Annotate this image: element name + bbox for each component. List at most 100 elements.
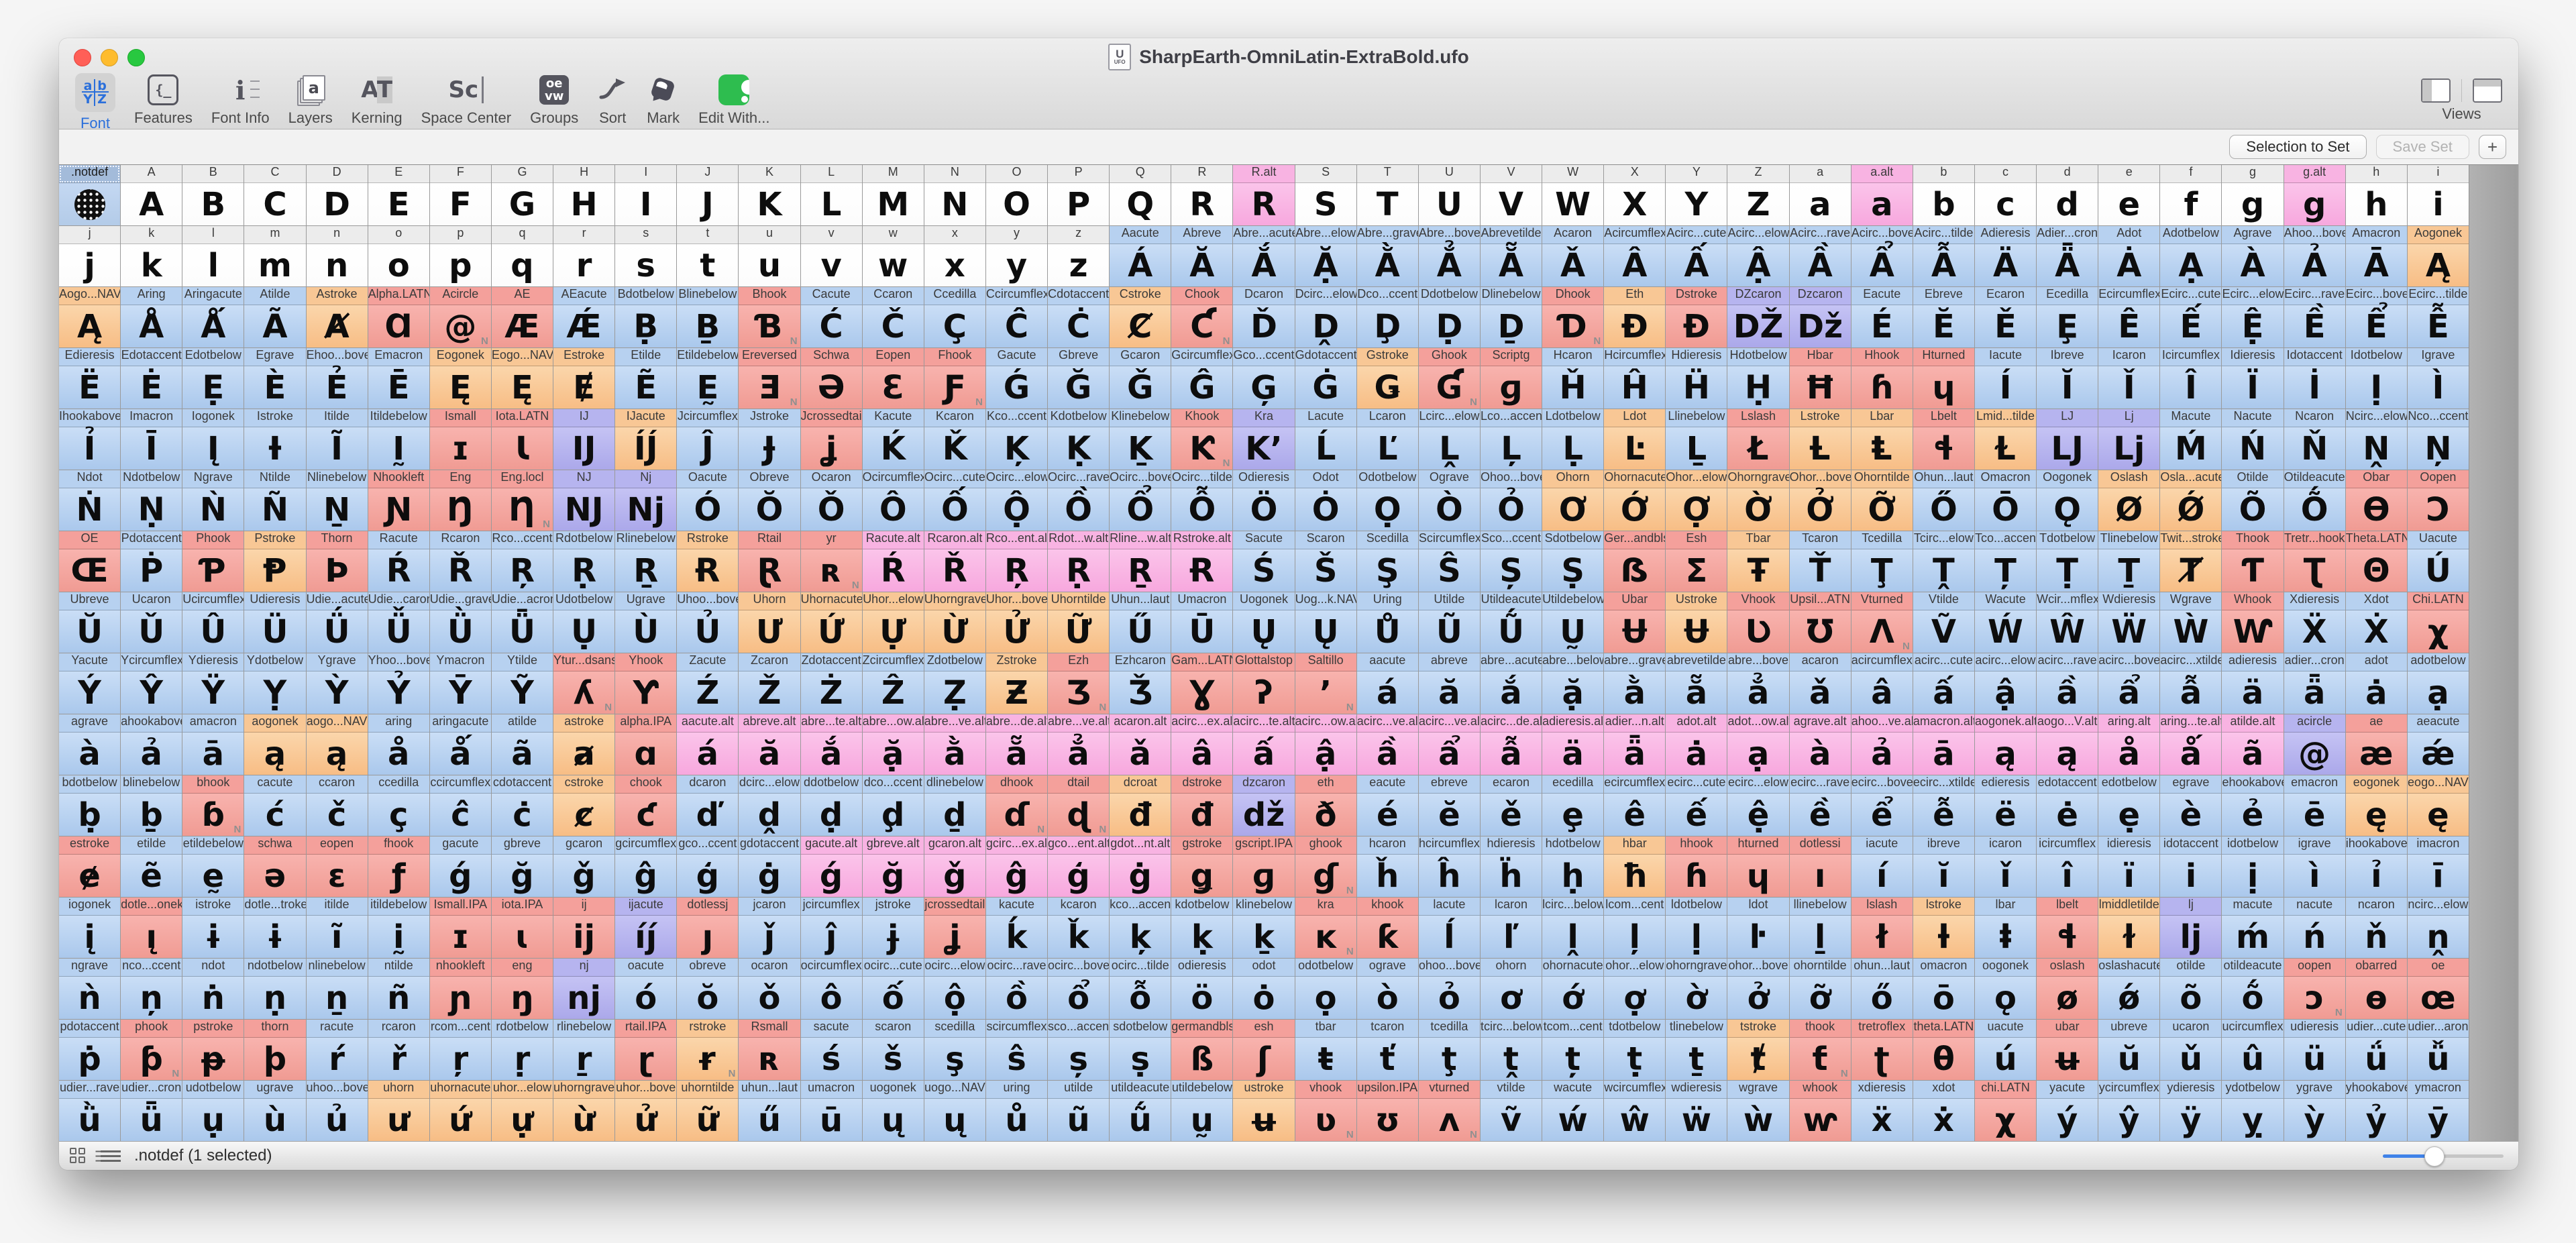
glyph-cell[interactable]: Tlinebelow Ṯ	[2098, 531, 2160, 592]
glyph-cell[interactable]: ohoo...bove ỏ	[1418, 959, 1480, 1019]
glyph-cell[interactable]: Acircumflex Â	[1604, 226, 1666, 286]
glyph-cell[interactable]: lslash ł	[1851, 898, 1913, 958]
glyph-cell[interactable]: OO	[985, 165, 1048, 225]
glyph-cell[interactable]: Aogo...NAV Ą	[59, 287, 121, 347]
glyph-cell[interactable]: ff	[2160, 165, 2222, 225]
toolbar-item-features[interactable]: {_ Features	[134, 73, 193, 127]
glyph-cell[interactable]: jcrossedtail ʝ	[924, 898, 985, 958]
glyph-cell[interactable]: oe œ	[2407, 959, 2469, 1019]
glyph-cell[interactable]: Ccedilla Ç	[924, 287, 985, 347]
glyph-cell[interactable]: NN	[924, 165, 985, 225]
glyph-cell[interactable]: Gco...ccent Ģ	[1233, 348, 1295, 409]
glyph-cell[interactable]: Idieresis Ï	[2222, 348, 2284, 409]
glyph-cell[interactable]: ahoo...ve.alt ả	[1851, 714, 1913, 775]
glyph-cell[interactable]: Sco...ccent Ș	[1480, 531, 1542, 592]
glyph-cell[interactable]: omacron ō	[1913, 959, 1974, 1019]
glyph-cell[interactable]: Eogonek Ę	[429, 348, 491, 409]
glyph-cell[interactable]: Ldot Ŀ	[1604, 409, 1666, 470]
glyph-cell[interactable]: Wacute Ẃ	[1974, 592, 2037, 653]
glyph-cell[interactable]: Eacute É	[1851, 287, 1913, 347]
glyph-cell[interactable]: tlinebelow ṯ	[1666, 1020, 1727, 1080]
glyph-cell[interactable]: Yhoo...bove Ỷ	[368, 653, 429, 714]
glyph-cell[interactable]: Nhookleft Ɲ	[368, 470, 429, 531]
glyph-cell[interactable]: EE	[368, 165, 429, 225]
glyph-cell[interactable]: Rlinebelow Ṟ	[615, 531, 677, 592]
glyph-cell[interactable]: Ocirc...bove Ổ	[1110, 470, 1171, 531]
glyph-cell[interactable]: kdotbelow ḳ	[1171, 898, 1233, 958]
glyph-cell[interactable]: Ocirc...elow Ộ	[985, 470, 1048, 531]
glyph-cell[interactable]: Acirc...tilde Ẫ	[1913, 226, 1974, 286]
glyph-cell[interactable]: Chi.LATN χ	[2407, 592, 2469, 653]
glyph-cell[interactable]: ohorngrave ờ	[1666, 959, 1727, 1019]
glyph-cell[interactable]: gcirc...ex.alt ĝ	[985, 836, 1048, 897]
glyph-cell[interactable]: ihookabove ỉ	[2345, 836, 2407, 897]
glyph-cell[interactable]: abre...ow.alt ặ	[862, 714, 924, 775]
glyph-cell[interactable]: Gacute Ǵ	[985, 348, 1048, 409]
glyph-cell[interactable]: zz	[1048, 226, 1110, 286]
glyph-cell[interactable]: Aacute Á	[1110, 226, 1171, 286]
glyph-cell[interactable]: Uhoo...bove Ủ	[677, 592, 739, 653]
glyph-cell[interactable]: Kra Kʼ	[1233, 409, 1295, 470]
glyph-cell[interactable]: Tco...accent Ț	[1974, 531, 2037, 592]
glyph-cell[interactable]: germandbls ß	[1171, 1020, 1233, 1080]
glyph-cell[interactable]: jj	[59, 226, 121, 286]
glyph-cell[interactable]: abre...de.alt ẵ	[985, 714, 1048, 775]
glyph-cell[interactable]: Kdotbelow Ḳ	[1048, 409, 1110, 470]
glyph-cell[interactable]: dzcaron dž	[1233, 775, 1295, 836]
glyph-cell[interactable]: Cdotaccent Ċ	[1048, 287, 1110, 347]
glyph-cell[interactable]: udier...rave ǜ	[59, 1081, 121, 1141]
glyph-cell[interactable]: Ehoo...bove Ẻ	[306, 348, 368, 409]
glyph-cell[interactable]: ohun...laut ő	[1851, 959, 1913, 1019]
glyph-cell[interactable]: oopen ɔ N	[2284, 959, 2345, 1019]
glyph-cell[interactable]: itildebelow ḭ	[368, 898, 429, 958]
glyph-cell[interactable]: ijacute íj́	[615, 898, 677, 958]
glyph-cell[interactable]: Bhook Ɓ N	[739, 287, 800, 347]
glyph-cell[interactable]: Ugrave Ù	[615, 592, 677, 653]
glyph-cell[interactable]: imacron ī	[2407, 836, 2469, 897]
glyph-cell[interactable]: lj lj	[2160, 898, 2222, 958]
glyph-cell[interactable]: Phook Ƥ	[182, 531, 244, 592]
glyph-cell[interactable]: Zcaron Ž	[739, 653, 800, 714]
glyph-cell[interactable]: ndot ṅ	[182, 959, 244, 1019]
glyph-cell[interactable]: XX	[1604, 165, 1666, 225]
glyph-cell[interactable]: hbar ħ	[1604, 836, 1666, 897]
toolbar-item-font[interactable]: abYZ Font	[75, 73, 115, 132]
glyph-cell[interactable]: scircumflex ŝ	[985, 1020, 1048, 1080]
glyph-cell[interactable]: Rcaron Ř	[429, 531, 491, 592]
glyph-cell[interactable]: ocirc...elow ộ	[924, 959, 985, 1019]
glyph-cell[interactable]: Eng.locl Ƞ N	[491, 470, 553, 531]
glyph-cell[interactable]: kcaron ǩ	[1048, 898, 1110, 958]
glyph-cell[interactable]: lacute ĺ	[1418, 898, 1480, 958]
toolbar-item-kerning[interactable]: AT Kerning	[352, 73, 402, 127]
glyph-cell[interactable]: ghook ɠ N	[1295, 836, 1356, 897]
glyph-cell[interactable]: Ccaron Č	[862, 287, 924, 347]
glyph-cell[interactable]: umacron ū	[800, 1081, 862, 1141]
cell-size-slider[interactable]	[2383, 1146, 2504, 1167]
glyph-cell[interactable]: Scircumflex Ŝ	[1418, 531, 1480, 592]
glyph-cell[interactable]: gcircumflex ĝ	[615, 836, 677, 897]
glyph-cell[interactable]: ubreve ŭ	[2098, 1020, 2160, 1080]
glyph-cell[interactable]: NJ NJ	[553, 470, 615, 531]
glyph-cell[interactable]: gstroke ǥ	[1171, 836, 1233, 897]
glyph-cell[interactable]: Ocaron Ǒ	[800, 470, 862, 531]
glyph-cell[interactable]: ecirc...rave ề	[1789, 775, 1851, 836]
glyph-cell[interactable]: Cacute Ć	[800, 287, 862, 347]
glyph-cell[interactable]: Xdot Ẋ	[2345, 592, 2407, 653]
glyph-cell[interactable]: jcircumflex ĵ	[800, 898, 862, 958]
glyph-cell[interactable]: lcaron ľ	[1480, 898, 1542, 958]
glyph-cell[interactable]: emacron ē	[2284, 775, 2345, 836]
glyph-cell[interactable]: uogonek ų	[862, 1081, 924, 1141]
glyph-cell[interactable]: iogonek į	[59, 898, 121, 958]
glyph-cell[interactable]: gacute ǵ	[429, 836, 491, 897]
glyph-cell[interactable]: xx	[924, 226, 985, 286]
glyph-cell[interactable]: ycircumflex ŷ	[2098, 1081, 2160, 1141]
glyph-cell[interactable]: acirc...ex.alt â	[1171, 714, 1233, 775]
glyph-cell[interactable]: RR	[1171, 165, 1233, 225]
glyph-cell[interactable]: ldot ŀ	[1727, 898, 1789, 958]
glyph-cell[interactable]: Xdieresis Ẍ	[2284, 592, 2345, 653]
glyph-cell[interactable]: udier...cron ǖ	[121, 1081, 182, 1141]
glyph-cell[interactable]: igrave ì	[2284, 836, 2345, 897]
glyph-cell[interactable]: tretroflex ʈ	[1851, 1020, 1913, 1080]
glyph-cell[interactable]: udier...aron ǚ	[2407, 1020, 2469, 1080]
glyph-cell[interactable]: Icircumflex Î	[2160, 348, 2222, 409]
